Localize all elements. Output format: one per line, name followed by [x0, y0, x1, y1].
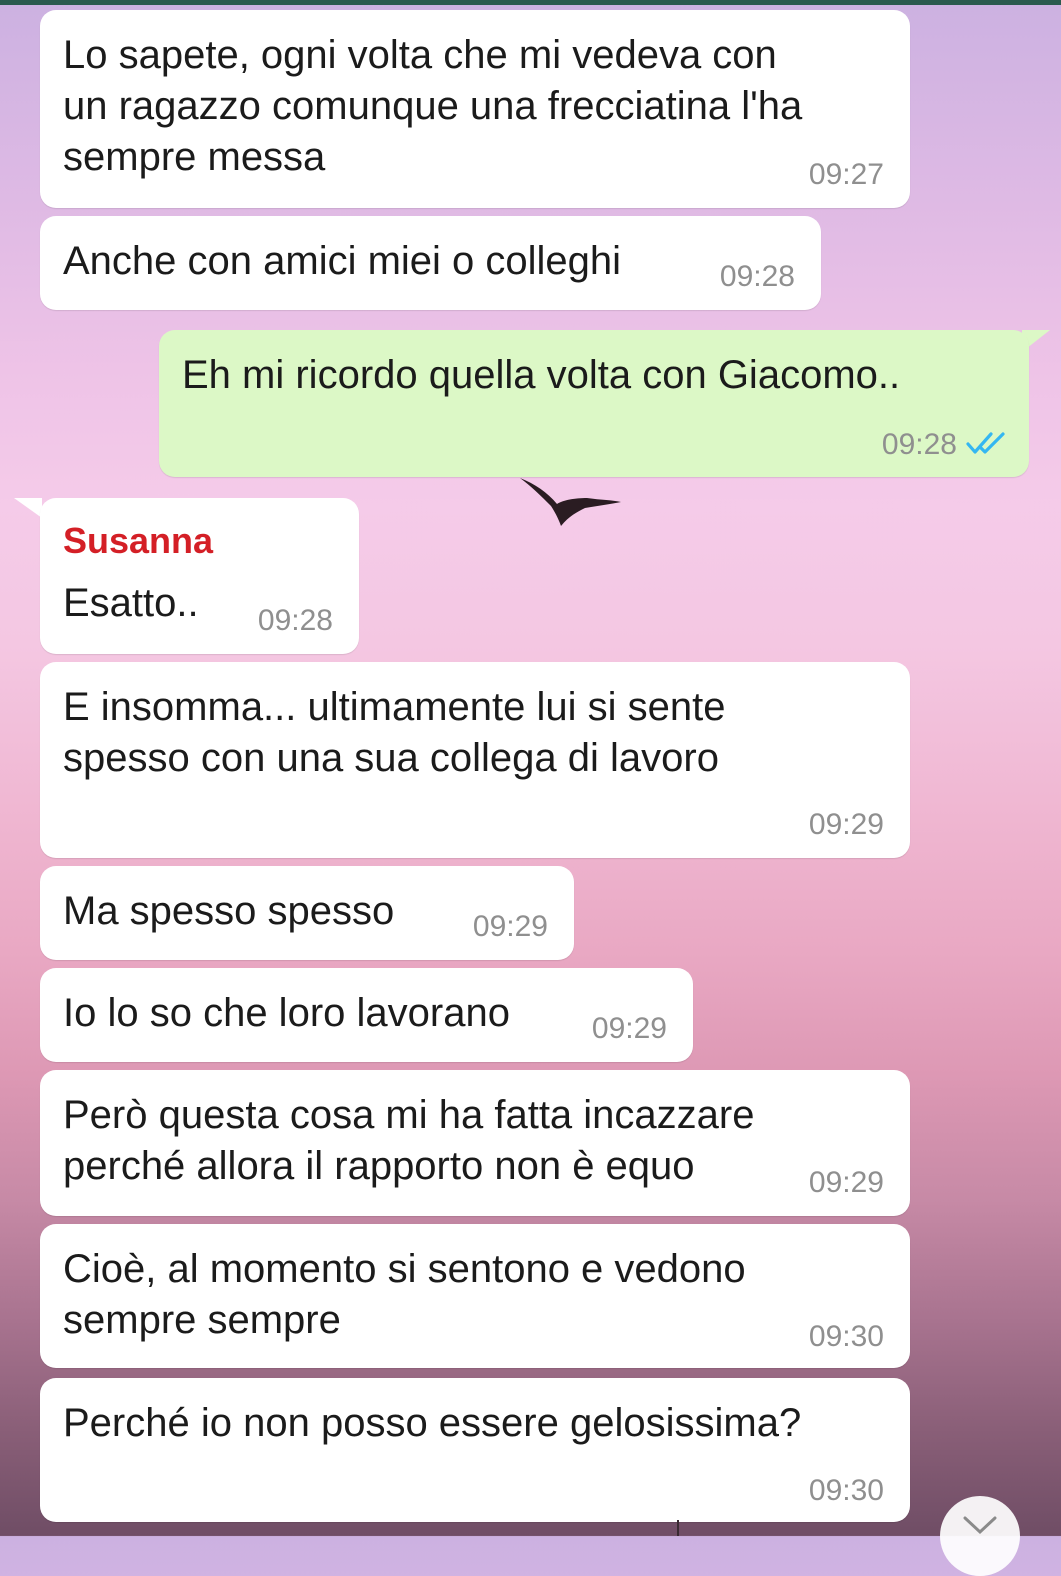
message-bubble[interactable]: Cioè, al momento si sentono e vedono sem…	[40, 1224, 910, 1368]
chevron-down-icon	[963, 1516, 997, 1535]
bubble-tail	[14, 498, 42, 518]
wallpaper-bird	[520, 478, 621, 526]
message-text: Anche con amici miei o colleghi	[63, 239, 622, 283]
message-time: 09:29	[591, 1012, 667, 1045]
message-text: Perché io non posso essere gelosissima?	[63, 1401, 802, 1445]
message-time: 09:28	[257, 604, 333, 637]
scroll-to-bottom-button[interactable]	[940, 1496, 1020, 1576]
message-time: 09:29	[472, 910, 548, 943]
message-text: Esatto..	[63, 581, 199, 625]
message-time: 09:30	[808, 1320, 884, 1353]
message-time: 09:30	[808, 1474, 884, 1507]
message-time: 09:28	[881, 428, 957, 461]
wallpaper-detail	[677, 1520, 679, 1536]
message-time: 09:28	[719, 260, 795, 293]
message-bubble[interactable]: E insomma... ultimamente lui si sente sp…	[40, 662, 910, 858]
status-bar-edge	[0, 0, 1061, 5]
message-time: 09:29	[808, 1166, 884, 1199]
message-text: Eh mi ricordo quella volta con Giacomo..	[182, 353, 901, 397]
sender-name[interactable]: Susanna	[63, 520, 213, 562]
message-text: E insomma... ultimamente lui si sente sp…	[63, 685, 726, 780]
message-bubble[interactable]: Susanna Esatto.. 09:28	[40, 498, 359, 654]
double-check-icon	[966, 432, 1005, 454]
message-text: Lo sapete, ogni volta che mi vedeva con …	[63, 33, 803, 179]
outgoing-message-bubble[interactable]: Eh mi ricordo quella volta con Giacomo..…	[159, 330, 1029, 477]
message-bubble[interactable]: Perché io non posso essere gelosissima? …	[40, 1378, 910, 1522]
message-text: Ma spesso spesso	[63, 889, 395, 933]
message-bubble[interactable]: Però questa cosa mi ha fatta incazzare p…	[40, 1070, 910, 1216]
message-bubble[interactable]: Anche con amici miei o colleghi 09:28	[40, 216, 821, 310]
message-bubble[interactable]: Io lo so che loro lavorano 09:29	[40, 968, 693, 1062]
message-bubble[interactable]: Ma spesso spesso 09:29	[40, 866, 574, 960]
message-text: Però questa cosa mi ha fatta incazzare p…	[63, 1093, 755, 1188]
message-text: Cioè, al momento si sentono e vedono sem…	[63, 1247, 746, 1342]
message-time: 09:29	[808, 808, 884, 841]
message-bubble[interactable]: Lo sapete, ogni volta che mi vedeva con …	[40, 10, 910, 208]
message-time: 09:27	[808, 158, 884, 191]
message-text: Io lo so che loro lavorano	[63, 991, 510, 1035]
